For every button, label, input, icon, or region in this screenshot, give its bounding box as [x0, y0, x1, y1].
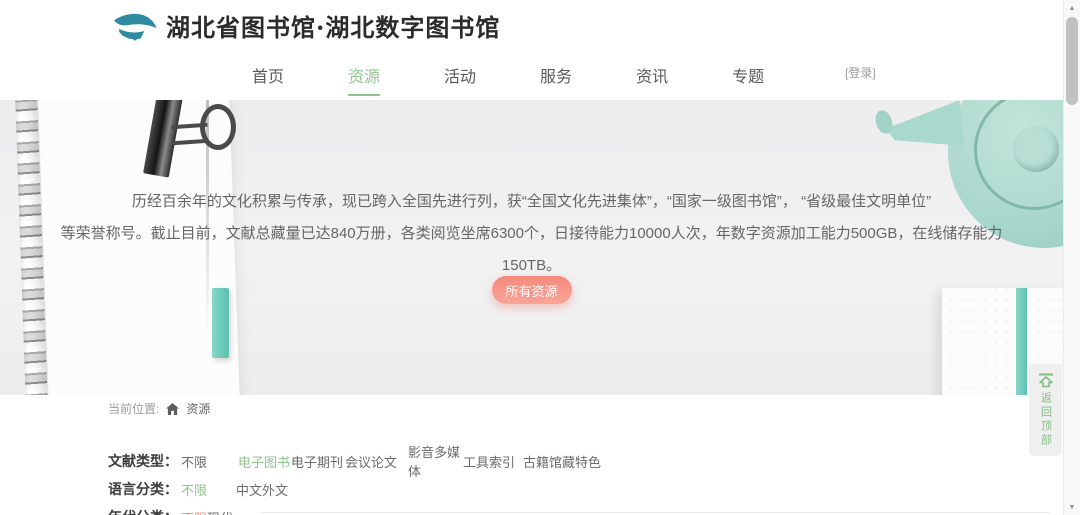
filter-row-language: 语言分类： 不限 中文 外文: [108, 476, 1040, 502]
filter-option-ancient-books[interactable]: 古籍: [523, 452, 549, 471]
notebook-band-image: [1016, 288, 1027, 395]
scrollbar-up-arrow-icon[interactable]: ▲: [1064, 1, 1080, 15]
filter-option-multimedia[interactable]: 影音多媒体: [408, 442, 463, 480]
breadcrumb-current[interactable]: 资源: [186, 400, 210, 417]
filter-option-ejournals[interactable]: 电子期刊: [291, 452, 345, 471]
filter-option-unlimited[interactable]: 不限: [181, 452, 238, 471]
filter-option-era-unlimited[interactable]: 不限: [181, 508, 207, 515]
breadcrumb-prefix-label: 当前位置:: [108, 402, 160, 416]
hero-line-2: 等荣誉称号。截止目前，文献总藏量已达840万册，各类阅览坐席6300个，日接待能…: [60, 225, 1003, 274]
filter-row-document-type: 文献类型： 不限 电子图书 电子期刊 会议论文 影音多媒体 工具索引 古籍 馆藏…: [108, 445, 1040, 479]
teal-pen-image: [212, 288, 229, 358]
filter-option-foreign[interactable]: 外文: [262, 480, 288, 499]
nav-item-services[interactable]: 服务: [540, 63, 572, 96]
filter-label-era: 年代分类：: [108, 507, 181, 515]
nav-item-topics[interactable]: 专题: [732, 63, 764, 96]
teapot-knob: [1013, 126, 1059, 172]
hero-intro-text: 历经百余年的文化积累与传承，现已跨入全国先进行列，获“全国文化先进集体”，“国家…: [60, 186, 1003, 282]
arrow-up-icon: [1038, 373, 1053, 388]
nav-item-activities[interactable]: 活动: [444, 63, 476, 96]
filter-option-special-collections[interactable]: 馆藏特色: [549, 452, 601, 471]
filter-option-lang-unlimited[interactable]: 不限: [181, 480, 236, 499]
row-divider: [260, 512, 1050, 513]
page: 湖北省图书馆·湖北数字图书馆 首页 资源 活动 服务 资讯 专题 [登录] 历经…: [0, 0, 1080, 515]
filter-label-document-type: 文献类型：: [108, 453, 178, 469]
nav-item-news[interactable]: 资讯: [636, 63, 668, 96]
binder-clip-ring: [200, 104, 236, 150]
library-logo-icon: [114, 13, 157, 40]
site-header: 湖北省图书馆·湖北数字图书馆 首页 资源 活动 服务 资讯 专题 [登录]: [0, 0, 1063, 100]
main-nav: 首页 资源 活动 服务 资讯 专题: [252, 63, 764, 96]
scrollbar-down-arrow-icon[interactable]: ▼: [1064, 500, 1080, 514]
home-icon[interactable]: [166, 402, 180, 415]
filter-option-ebooks[interactable]: 电子图书: [238, 452, 291, 471]
filter-row-era: 年代分类： 不限 现代: [108, 504, 1040, 515]
hero-line-1: 历经百余年的文化积累与传承，现已跨入全国先进行列，获“全国文化先进集体”，“国家…: [131, 193, 932, 210]
filter-option-tool-index[interactable]: 工具索引: [463, 452, 523, 471]
scrollbar-thumb[interactable]: [1066, 17, 1078, 105]
back-to-top-button[interactable]: 返回顶部: [1029, 364, 1062, 456]
logo-text: 湖北省图书馆·湖北数字图书馆: [166, 13, 501, 42]
vertical-scrollbar[interactable]: ▲ ▼: [1063, 0, 1080, 515]
filter-option-conference-papers[interactable]: 会议论文: [345, 452, 408, 471]
filter-panel: 文献类型： 不限 电子图书 电子期刊 会议论文 影音多媒体 工具索引 古籍 馆藏…: [108, 445, 1050, 515]
site-logo[interactable]: 湖北省图书馆·湖北数字图书馆: [112, 8, 500, 43]
login-link[interactable]: [登录]: [845, 64, 876, 81]
breadcrumb: 当前位置: 资源: [108, 400, 210, 417]
filter-label-language: 语言分类：: [108, 481, 178, 497]
nav-item-home[interactable]: 首页: [252, 63, 284, 96]
hero-banner: 历经百余年的文化积累与传承，现已跨入全国先进行列，获“全国文化先进集体”，“国家…: [0, 100, 1063, 395]
back-to-top-label: 返回顶部: [1039, 392, 1052, 448]
filter-option-chinese[interactable]: 中文: [236, 480, 262, 499]
nav-item-resources[interactable]: 资源: [348, 63, 381, 96]
all-resources-button[interactable]: 所有资源: [491, 276, 572, 304]
filter-option-modern[interactable]: 现代: [207, 508, 233, 515]
